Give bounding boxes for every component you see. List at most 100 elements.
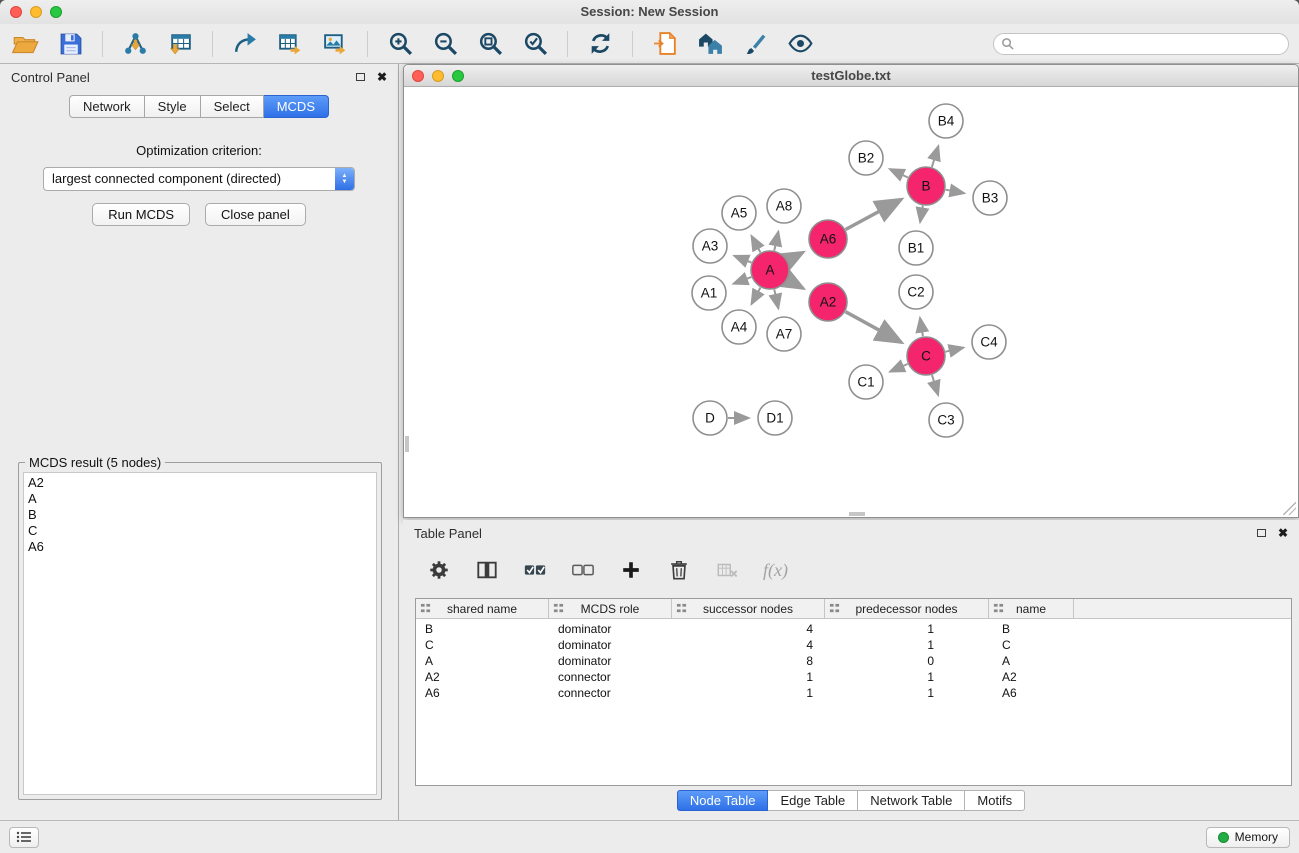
mcds-result-item[interactable]: A [28,491,372,507]
node-A[interactable]: A [751,251,789,289]
run-mcds-button[interactable]: Run MCDS [92,203,190,226]
node-A6[interactable]: A6 [809,220,847,258]
search-input[interactable] [993,33,1289,55]
apply-style-brush-icon[interactable] [740,29,770,59]
float-panel-icon[interactable] [356,73,365,81]
table-row[interactable]: A6connector11A6 [416,685,1291,701]
export-table-icon[interactable] [275,29,305,59]
optimization-criterion-dropdown[interactable]: largest connected component (directed) ▲… [43,167,355,191]
edge-A-A3[interactable] [734,256,751,263]
node-A4[interactable]: A4 [722,310,756,344]
select-all-icon[interactable] [523,558,547,582]
delete-table-icon[interactable] [715,558,739,582]
node-A7[interactable]: A7 [767,317,801,351]
zoom-in-icon[interactable] [385,29,415,59]
node-C1[interactable]: C1 [849,365,883,399]
function-builder-icon[interactable]: f(x) [763,560,788,581]
control-panel-tab-select[interactable]: Select [201,95,264,118]
edge-C-C2[interactable] [920,318,923,337]
node-C2[interactable]: C2 [899,275,933,309]
mcds-result-item[interactable]: B [28,507,372,523]
node-B2[interactable]: B2 [849,141,883,175]
table-row[interactable]: Adominator80A [416,653,1291,669]
table-tab-motifs[interactable]: Motifs [965,790,1025,811]
network-minimize-button[interactable] [432,70,444,82]
node-B[interactable]: B [907,167,945,205]
table-column-header[interactable]: name [989,599,1074,618]
show-hide-eye-icon[interactable] [785,29,815,59]
vertical-scroll-thumb[interactable] [405,436,409,452]
edge-B-B3[interactable] [946,190,965,194]
node-A3[interactable]: A3 [693,229,727,263]
edge-C-C4[interactable] [946,348,964,352]
edge-B-B4[interactable] [932,146,939,167]
table-column-header[interactable]: shared name [416,599,549,618]
node-A2[interactable]: A2 [809,283,847,321]
zoom-selected-icon[interactable] [520,29,550,59]
node-C4[interactable]: C4 [972,325,1006,359]
mcds-result-item[interactable]: A6 [28,539,372,555]
mcds-result-item[interactable]: C [28,523,372,539]
table-settings-gear-icon[interactable] [427,558,451,582]
table-column-header[interactable]: successor nodes [672,599,825,618]
edge-A6-B[interactable] [846,199,902,229]
table-tab-node-table[interactable]: Node Table [677,790,769,811]
edge-A-A2[interactable] [788,280,804,289]
resize-grip[interactable] [1283,502,1296,515]
table-row[interactable]: Cdominator41C [416,637,1291,653]
import-table-icon[interactable] [165,29,195,59]
node-D1[interactable]: D1 [758,401,792,435]
close-panel-button[interactable]: Close panel [205,203,306,226]
network-close-button[interactable] [412,70,424,82]
export-network-icon[interactable] [230,29,260,59]
edge-A-A5[interactable] [751,236,760,253]
edge-A-A4[interactable] [751,288,760,305]
show-column-icon[interactable] [475,558,499,582]
table-column-header[interactable]: predecessor nodes [825,599,989,618]
control-panel-tab-network[interactable]: Network [69,95,145,118]
edge-C-C1[interactable] [890,364,908,372]
control-panel-tab-mcds[interactable]: MCDS [264,95,329,118]
edge-B-B2[interactable] [890,169,908,178]
import-network-icon[interactable] [120,29,150,59]
open-file-icon[interactable] [10,29,40,59]
table-row[interactable]: Bdominator41B [416,621,1291,637]
first-neighbors-icon[interactable] [695,29,725,59]
node-D[interactable]: D [693,401,727,435]
edge-B-B1[interactable] [920,206,923,223]
export-image-icon[interactable] [320,29,350,59]
add-row-icon[interactable] [619,558,643,582]
node-B4[interactable]: B4 [929,104,963,138]
unselect-all-icon[interactable] [571,558,595,582]
float-table-panel-icon[interactable] [1257,529,1266,537]
table-tab-edge-table[interactable]: Edge Table [768,790,858,811]
network-canvas[interactable]: B4B2BB3A8A5A6A3B1AC2A1A2A4A7C4CC1C3DD1 [405,88,1297,516]
delete-row-trash-icon[interactable] [667,558,691,582]
memory-button[interactable]: Memory [1206,827,1290,848]
node-A1[interactable]: A1 [692,276,726,310]
zoom-fit-icon[interactable] [475,29,505,59]
edge-A-A8[interactable] [774,231,778,250]
node-B3[interactable]: B3 [973,181,1007,215]
network-canvas-svg[interactable]: B4B2BB3A8A5A6A3B1AC2A1A2A4A7C4CC1C3DD1 [405,88,1299,518]
edge-A2-C[interactable] [846,312,902,343]
node-A8[interactable]: A8 [767,189,801,223]
node-B1[interactable]: B1 [899,231,933,265]
zoom-out-icon[interactable] [430,29,460,59]
control-panel-tab-style[interactable]: Style [145,95,201,118]
edge-A-A6[interactable] [788,252,804,260]
table-column-header[interactable]: MCDS role [549,599,672,618]
open-network-file-icon[interactable] [650,29,680,59]
mcds-result-list[interactable]: A2ABCA6 [23,472,377,795]
node-C3[interactable]: C3 [929,403,963,437]
horizontal-scroll-thumb[interactable] [849,512,865,516]
close-panel-icon[interactable]: ✖ [377,71,387,83]
show-panels-button[interactable] [9,827,39,848]
save-session-icon[interactable] [55,29,85,59]
mcds-result-item[interactable]: A2 [28,475,372,491]
table-row[interactable]: A2connector11A2 [416,669,1291,685]
edge-A-A7[interactable] [774,290,778,309]
edge-C-C3[interactable] [932,375,938,395]
refresh-icon[interactable] [585,29,615,59]
table-tab-network-table[interactable]: Network Table [858,790,965,811]
